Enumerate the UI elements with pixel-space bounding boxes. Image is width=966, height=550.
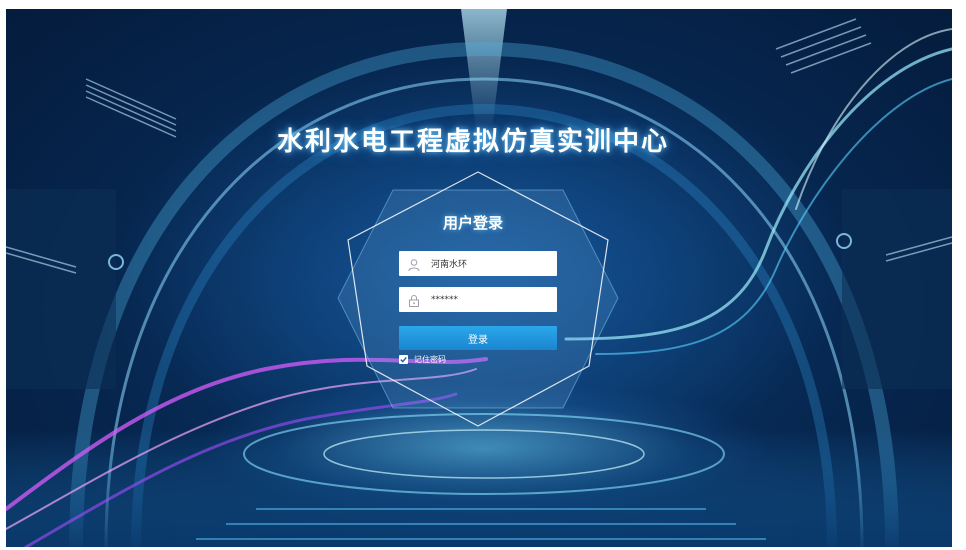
username-field[interactable]	[399, 251, 557, 276]
username-input[interactable]	[431, 258, 551, 269]
remember-label: 记住密码	[414, 355, 446, 364]
remember-password-option[interactable]: 记住密码	[399, 354, 446, 365]
user-icon	[407, 257, 421, 271]
login-button[interactable]: 登录	[399, 326, 557, 350]
password-field[interactable]	[399, 287, 557, 312]
checkbox-check-icon	[400, 356, 407, 363]
lock-icon	[407, 293, 421, 307]
page-title: 水利水电工程虚拟仿真实训中心	[276, 127, 669, 158]
password-input[interactable]	[431, 294, 551, 305]
remember-checkbox[interactable]	[399, 355, 408, 364]
login-title: 用户登录	[442, 214, 503, 232]
